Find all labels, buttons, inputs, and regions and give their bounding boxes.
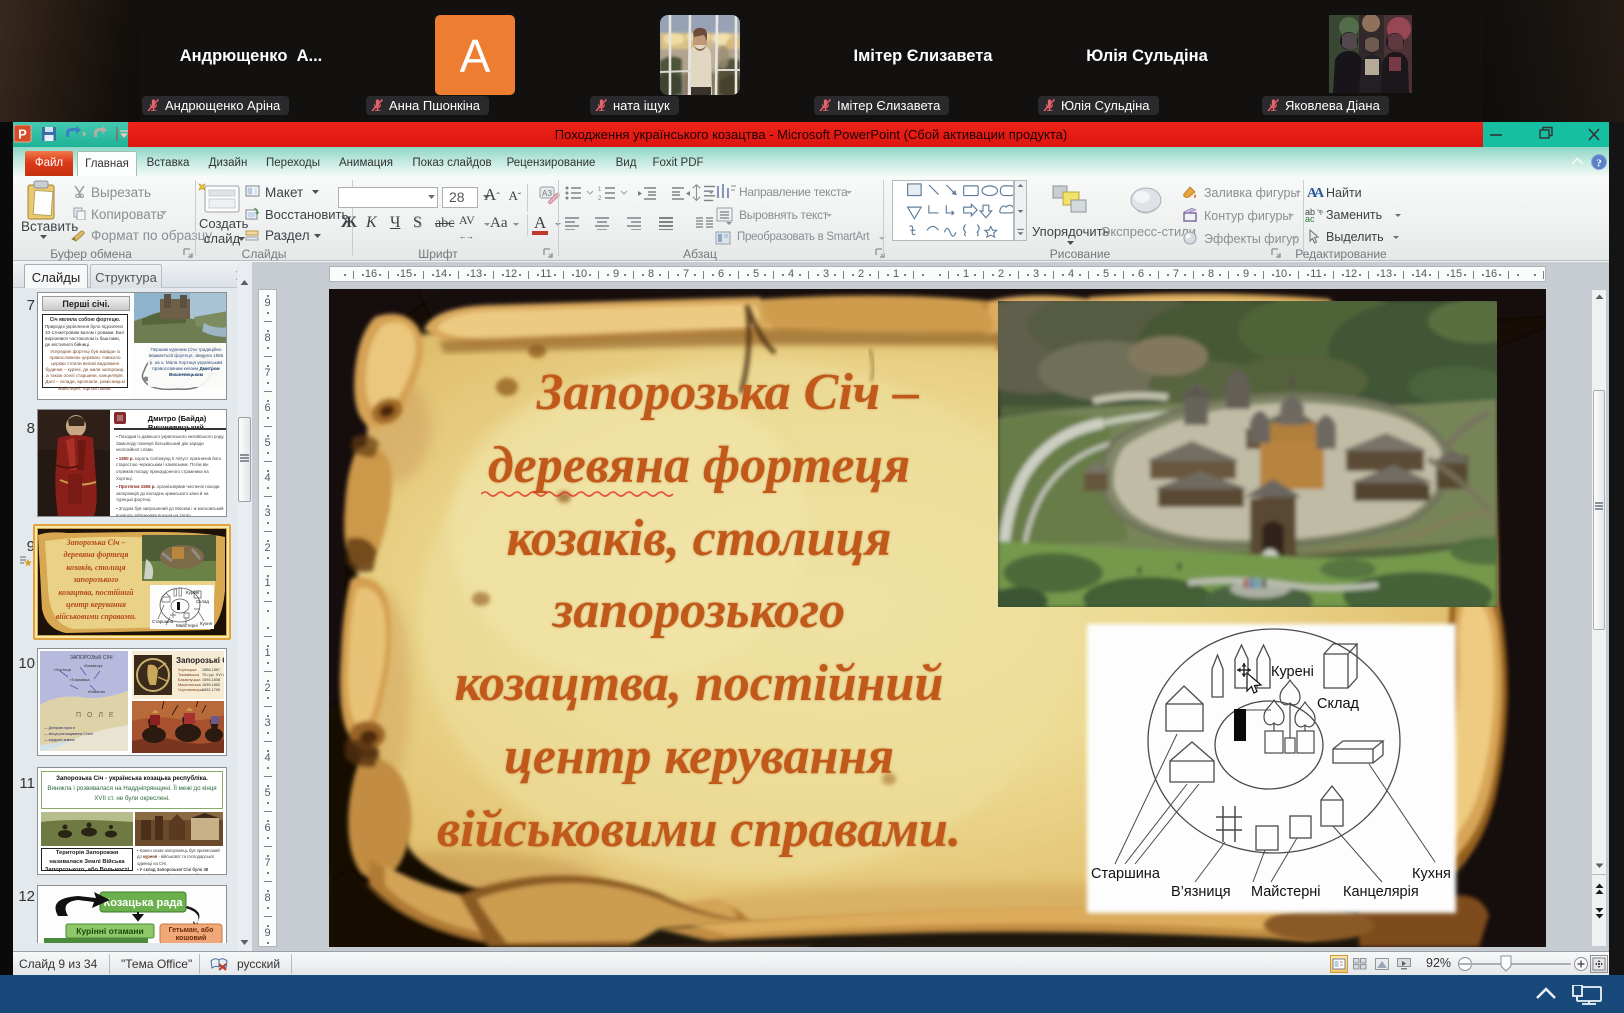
svg-text:Базавлуцька: Базавлуцька — [178, 678, 201, 682]
svg-text:Гетьман, або: Гетьман, або — [169, 926, 214, 934]
svg-text:1556-1557: 1556-1557 — [202, 668, 220, 672]
svg-text:Склад: Склад — [196, 599, 209, 604]
svg-text:?: ? — [1596, 158, 1602, 170]
svg-text:— Дніпрові пороги: — Дніпрові пороги — [44, 726, 75, 730]
svg-text:70-і рр. XVI ст.: 70-і рр. XVI ст. — [202, 673, 224, 677]
svg-text:ЗАПОРОЗЬКІ СІЧІ: ЗАПОРОЗЬКІ СІЧІ — [70, 655, 113, 661]
svg-text:1652-1709: 1652-1709 — [202, 688, 220, 692]
svg-text:Майстерні: Майстерні — [176, 622, 198, 628]
svg-text:Склад: Склад — [1317, 696, 1360, 712]
svg-text:2: 2 — [598, 196, 602, 200]
svg-text:Старшина: Старшина — [1091, 866, 1161, 882]
svg-text:ac: ac — [1305, 214, 1315, 222]
svg-text:Хортицька: Хортицька — [178, 668, 197, 672]
svg-text:Майстерні: Майстерні — [1251, 884, 1321, 900]
svg-text:В’язниця: В’язниця — [1171, 884, 1231, 900]
svg-text:Томаківська: Томаківська — [178, 673, 200, 677]
svg-text:▪Базавлук: ▪Базавлук — [84, 663, 103, 668]
svg-text:Старшина: Старшина — [152, 619, 174, 624]
svg-text:Курені: Курені — [186, 590, 199, 595]
svg-text:Запорозькі Січі: Запорозькі Січі — [176, 656, 224, 665]
svg-text:— кордони земель: — кордони земель — [44, 738, 75, 742]
svg-text:Чортомлицька: Чортомлицька — [178, 688, 204, 692]
svg-text:Микитинська: Микитинська — [178, 683, 202, 687]
svg-text:А: А — [1314, 186, 1324, 200]
svg-text:1639-1652: 1639-1652 — [202, 683, 220, 687]
svg-text:▪Микитин: ▪Микитин — [88, 689, 105, 694]
svg-text:▪Хортиця: ▪Хортиця — [54, 667, 71, 672]
svg-text:Канцелярія: Канцелярія — [1343, 884, 1419, 900]
svg-text:1: 1 — [598, 187, 602, 193]
svg-text:П О Л Е: П О Л Е — [76, 712, 116, 719]
svg-text:1593-1638: 1593-1638 — [202, 678, 220, 682]
svg-text:Кухня: Кухня — [1412, 866, 1451, 882]
svg-text:кошовий: кошовий — [176, 934, 207, 942]
svg-text:Козацька рада: Козацька рада — [104, 897, 184, 909]
svg-text:Кухня: Кухня — [200, 621, 213, 626]
svg-text:▪Томаківка: ▪Томаківка — [70, 677, 90, 682]
svg-text:Курінні отамани: Курінні отамани — [76, 926, 143, 936]
svg-text:АЗ: АЗ — [542, 189, 552, 198]
svg-text:— місця розташування Січей: — місця розташування Січей — [44, 732, 93, 736]
svg-text:Курені: Курені — [1271, 664, 1314, 680]
